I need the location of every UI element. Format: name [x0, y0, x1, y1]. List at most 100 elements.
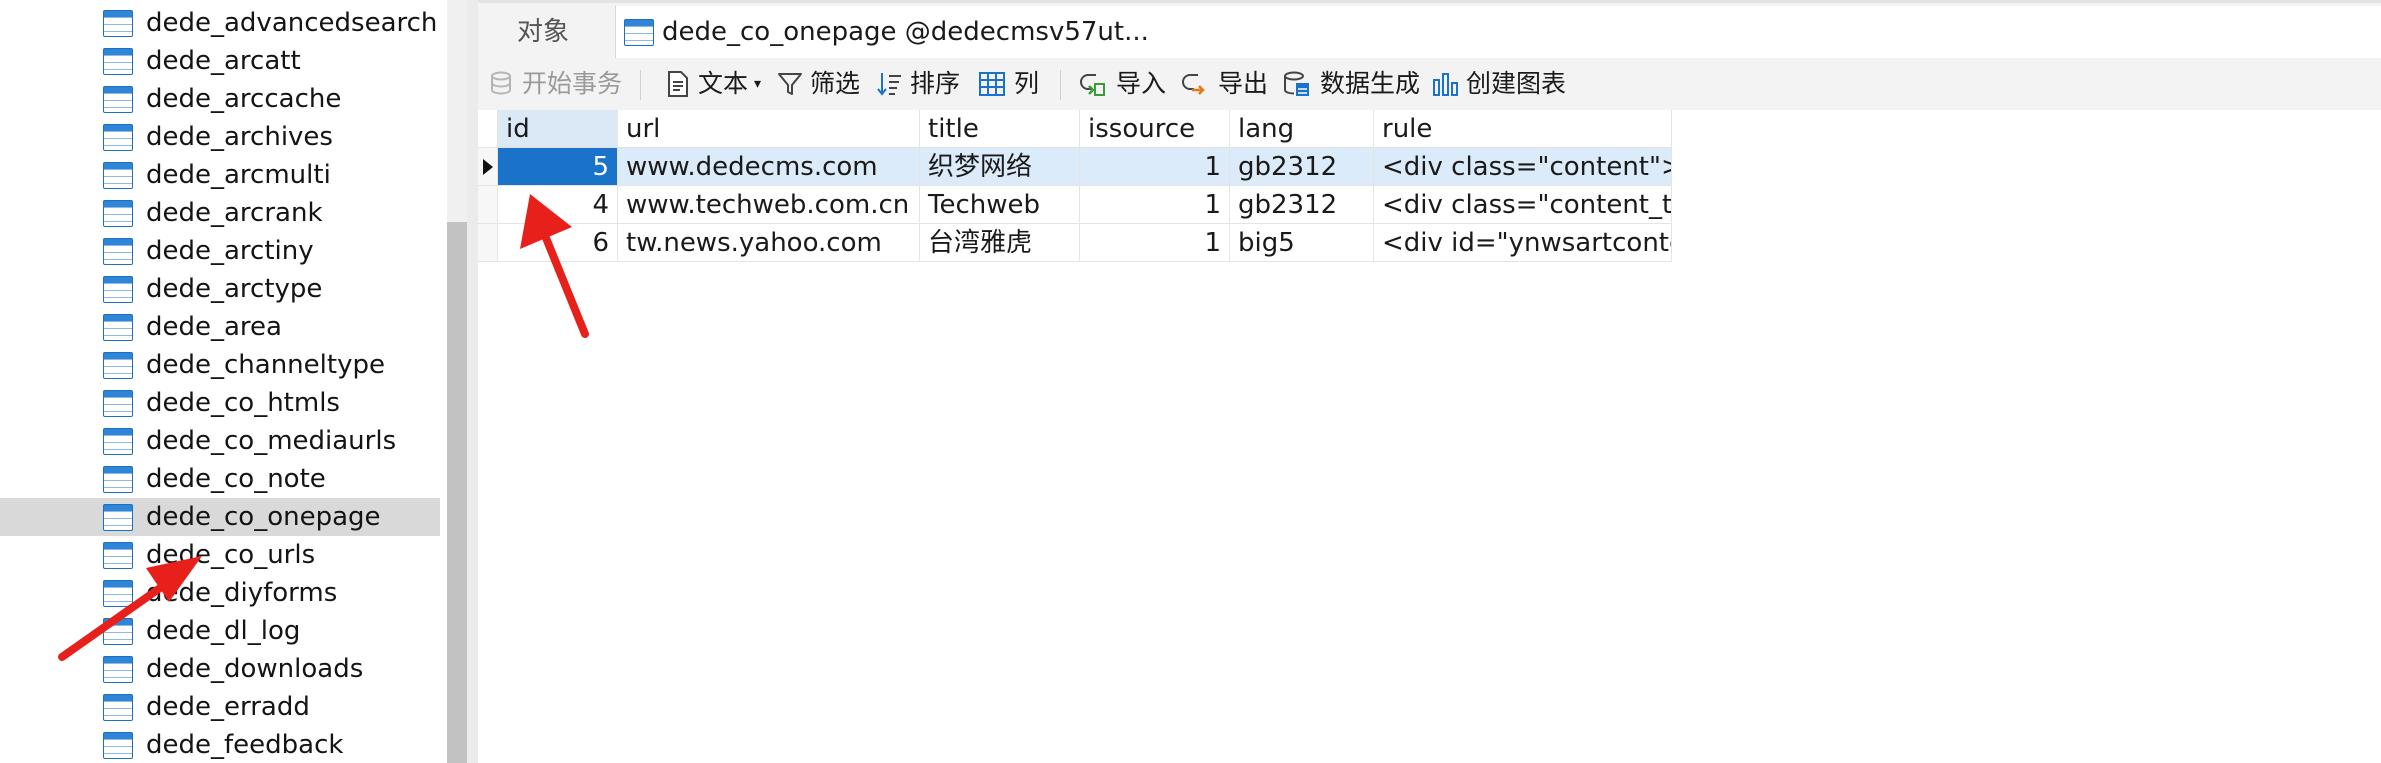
- pane-splitter[interactable]: [467, 0, 478, 763]
- data-generation-icon: [1284, 71, 1309, 96]
- tree-item[interactable]: dede_co_htmls: [0, 384, 440, 422]
- tab-objects[interactable]: 对象: [478, 6, 608, 61]
- cell-rule[interactable]: <div class="content_txt": [1374, 186, 1672, 224]
- sort-button[interactable]: 排序: [876, 64, 966, 104]
- tree-item[interactable]: dede_dl_log: [0, 612, 440, 650]
- table-icon: [103, 466, 133, 493]
- tree-item-label: dede_arccache: [146, 84, 342, 114]
- cell-issource[interactable]: 1: [1080, 186, 1230, 224]
- cell-url[interactable]: tw.news.yahoo.com: [618, 224, 920, 262]
- data-generation-label: 数据生成: [1320, 69, 1421, 98]
- toolbar: 开始事务 文本 ▾ 筛选 排序 列 导入 导出 数据生成 创建图表: [478, 58, 2381, 110]
- column-header-rule[interactable]: rule: [1374, 110, 1672, 148]
- tab-table-data[interactable]: dede_co_onepage @dedecmsv57ut...: [615, 6, 2381, 61]
- cell-lang[interactable]: gb2312: [1230, 148, 1374, 186]
- tree-item[interactable]: dede_arcatt: [0, 42, 440, 80]
- cell-lang[interactable]: big5: [1230, 224, 1374, 262]
- tree-item[interactable]: dede_area: [0, 308, 440, 346]
- table-tree: dede_advancedsearch dede_arcatt dede_arc…: [0, 0, 440, 763]
- tree-item-label: dede_channeltype: [146, 350, 385, 380]
- table-icon: [103, 656, 133, 683]
- toolbar-separator: [640, 70, 641, 100]
- tree-item[interactable]: dede_diyforms: [0, 574, 440, 612]
- tree-item[interactable]: dede_erradd: [0, 688, 440, 726]
- cell-id[interactable]: 4: [498, 186, 618, 224]
- row-indicator-header: [478, 110, 498, 148]
- cell-rule[interactable]: <div class="content">{@: [1374, 148, 1672, 186]
- tree-item[interactable]: dede_arcrank: [0, 194, 440, 232]
- table-icon: [103, 276, 133, 303]
- dropdown-caret-icon: ▾: [754, 76, 762, 92]
- current-row-arrow-icon: [483, 159, 493, 175]
- tree-item[interactable]: dede_feedback: [0, 726, 440, 763]
- tab-label: 对象: [516, 17, 569, 47]
- toolbar-separator: [1060, 70, 1061, 100]
- bar-chart-icon: [1433, 73, 1458, 96]
- tree-item[interactable]: dede_archives: [0, 118, 440, 156]
- row-indicator: [478, 148, 498, 186]
- cell-rule[interactable]: <div id="ynwsartcontent: [1374, 224, 1672, 262]
- table-icon: [103, 694, 133, 721]
- column-header-lang[interactable]: lang: [1230, 110, 1374, 148]
- import-button[interactable]: 导入: [1078, 64, 1174, 104]
- cell-url[interactable]: www.dedecms.com: [618, 148, 920, 186]
- tree-item[interactable]: dede_downloads: [0, 650, 440, 688]
- table-icon: [103, 238, 133, 265]
- table-icon: [103, 504, 133, 531]
- table-icon: [103, 428, 133, 455]
- tree-item-label: dede_arctype: [146, 274, 323, 304]
- row-indicator: [478, 224, 498, 262]
- table-icon: [103, 542, 133, 569]
- tree-item-label: dede_arcrank: [146, 198, 323, 228]
- filter-button[interactable]: 筛选: [776, 64, 864, 104]
- tree-item[interactable]: dede_co_note: [0, 460, 440, 498]
- tree-item-selected[interactable]: dede_co_onepage: [0, 498, 440, 536]
- tree-item-label: dede_dl_log: [146, 616, 301, 646]
- tree-item[interactable]: dede_arctype: [0, 270, 440, 308]
- tree-item-label: dede_area: [146, 312, 282, 342]
- table-icon: [103, 48, 133, 75]
- data-generation-button[interactable]: 数据生成: [1282, 64, 1422, 104]
- tree-item[interactable]: dede_advancedsearch: [0, 4, 440, 42]
- export-icon: [1182, 74, 1205, 95]
- tree-item[interactable]: dede_arctiny: [0, 232, 440, 270]
- table-icon: [624, 19, 654, 46]
- cell-title[interactable]: 织梦网络: [920, 148, 1080, 186]
- tree-item[interactable]: dede_co_mediaurls: [0, 422, 440, 460]
- text-view-button[interactable]: 文本 ▾: [664, 64, 764, 104]
- tree-item[interactable]: dede_co_urls: [0, 536, 440, 574]
- table-icon: [103, 352, 133, 379]
- column-header-issource[interactable]: issource: [1080, 110, 1230, 148]
- import-label: 导入: [1116, 69, 1167, 98]
- cell-title[interactable]: Techweb: [920, 186, 1080, 224]
- grid-icon: [979, 72, 1005, 96]
- columns-button[interactable]: 列: [978, 64, 1044, 104]
- tree-item-label: dede_diyforms: [146, 578, 338, 608]
- cell-issource[interactable]: 1: [1080, 148, 1230, 186]
- database-icon: [491, 71, 511, 95]
- tree-item[interactable]: dede_arccache: [0, 80, 440, 118]
- tab-bar: 对象 dede_co_onepage @dedecmsv57ut...: [478, 0, 2381, 61]
- sidebar-scrollbar[interactable]: [447, 0, 467, 763]
- create-chart-button[interactable]: 创建图表: [1432, 64, 1572, 104]
- cell-lang[interactable]: gb2312: [1230, 186, 1374, 224]
- table-icon: [103, 200, 133, 227]
- sort-label: 排序: [910, 69, 961, 98]
- import-icon: [1080, 74, 1105, 96]
- cell-url[interactable]: www.techweb.com.cn: [618, 186, 920, 224]
- table-icon: [103, 10, 133, 37]
- cell-id[interactable]: 5: [498, 148, 618, 186]
- tree-item[interactable]: dede_arcmulti: [0, 156, 440, 194]
- tree-item-label: dede_downloads: [146, 654, 364, 684]
- column-header-id[interactable]: id: [498, 110, 618, 148]
- column-header-title[interactable]: title: [920, 110, 1080, 148]
- cell-issource[interactable]: 1: [1080, 224, 1230, 262]
- cell-id[interactable]: 6: [498, 224, 618, 262]
- column-header-url[interactable]: url: [618, 110, 920, 148]
- tree-item[interactable]: dede_channeltype: [0, 346, 440, 384]
- cell-title[interactable]: 台湾雅虎: [920, 224, 1080, 262]
- tree-item-label: dede_arctiny: [146, 236, 314, 266]
- scrollbar-thumb[interactable]: [447, 222, 467, 763]
- export-button[interactable]: 导出: [1180, 64, 1276, 104]
- begin-transaction-button[interactable]: 开始事务: [488, 64, 648, 104]
